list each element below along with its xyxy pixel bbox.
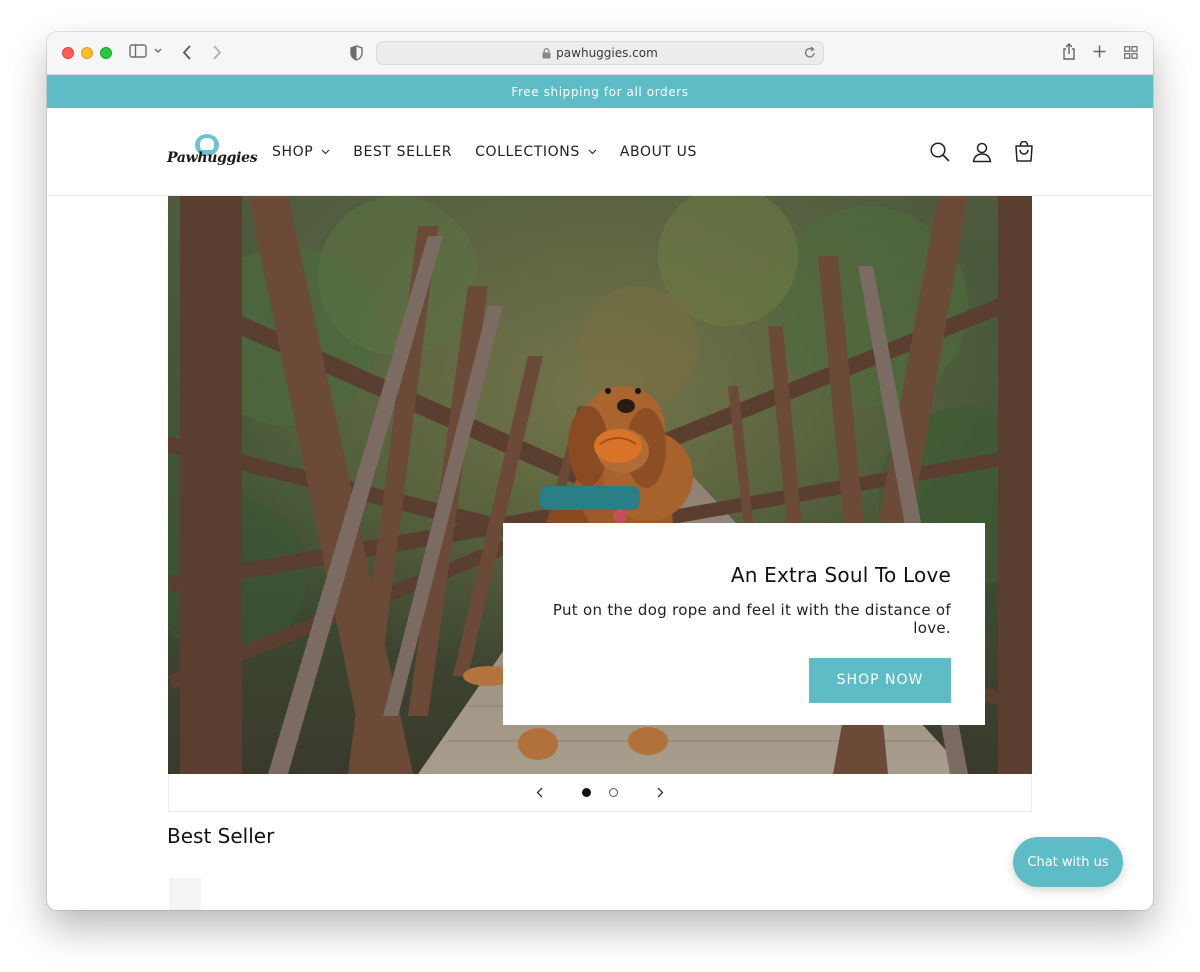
product-image-placeholder	[169, 878, 201, 910]
announcement-text: Free shipping for all orders	[511, 84, 689, 99]
slider-controls	[168, 774, 1032, 812]
search-icon[interactable]	[929, 141, 951, 163]
site-logo[interactable]: Pawhuggies	[167, 134, 258, 170]
nav-item-about-us[interactable]: ABOUT US	[620, 144, 697, 160]
address-bar[interactable]: pawhuggies.com	[376, 41, 824, 65]
slider-dot-1[interactable]	[582, 788, 591, 797]
nav-item-shop[interactable]: SHOP	[272, 144, 330, 160]
announcement-bar: Free shipping for all orders	[47, 75, 1153, 108]
slider-next-icon[interactable]	[657, 787, 664, 798]
nav-label: ABOUT US	[619, 144, 697, 160]
nav-label: SHOP	[272, 144, 314, 160]
close-window-button[interactable]	[62, 47, 74, 59]
sidebar-icon[interactable]	[129, 44, 147, 58]
share-icon[interactable]	[1062, 43, 1076, 61]
url-text: pawhuggies.com	[556, 46, 658, 60]
minimize-window-button[interactable]	[81, 47, 93, 59]
slider-dot-2[interactable]	[609, 788, 618, 797]
logo-wordmark: Pawhuggies	[167, 150, 258, 166]
nav-item-collections[interactable]: COLLECTIONS	[475, 144, 597, 160]
chat-with-us-button[interactable]: Chat with us	[1013, 837, 1123, 887]
account-icon[interactable]	[971, 141, 993, 163]
browser-toolbar: pawhuggies.com	[47, 32, 1153, 75]
forward-icon[interactable]	[212, 45, 222, 60]
browser-window: pawhuggies.com Free shipping for all ord…	[47, 32, 1153, 910]
nav-label: BEST SELLER	[353, 144, 453, 160]
hero-slide-image: An Extra Soul To Love Put on the dog rop…	[168, 196, 1032, 774]
tab-overview-icon[interactable]	[1124, 46, 1138, 59]
nav-item-best-seller[interactable]: BEST SELLER	[353, 144, 452, 160]
hero-text-box: An Extra Soul To Love Put on the dog rop…	[503, 523, 985, 725]
nav-label: COLLECTIONS	[475, 144, 580, 160]
header-actions	[929, 141, 1035, 163]
reload-icon[interactable]	[804, 46, 816, 62]
lock-icon	[542, 47, 551, 59]
hero-subtitle: Put on the dog rope and feel it with the…	[552, 601, 951, 637]
main-nav: SHOP BEST SELLER COLLECTIONS ABOUT US	[272, 144, 720, 160]
zoom-window-button[interactable]	[100, 47, 112, 59]
shop-now-button[interactable]: SHOP NOW	[809, 658, 951, 703]
chevron-down-icon[interactable]	[154, 48, 162, 54]
hero-title: An Extra Soul To Love	[730, 563, 951, 587]
chevron-down-icon	[588, 149, 597, 155]
site-header: Pawhuggies SHOP BEST SELLER COLLECTIONS …	[47, 108, 1153, 196]
logo-dog-mark	[200, 138, 214, 150]
chevron-down-icon	[321, 149, 330, 155]
best-seller-heading: Best Seller	[167, 824, 275, 848]
back-icon[interactable]	[182, 45, 192, 60]
window-controls	[62, 47, 112, 59]
shield-icon[interactable]	[350, 45, 363, 61]
slider-prev-icon[interactable]	[536, 787, 543, 798]
cart-icon[interactable]	[1013, 141, 1035, 163]
new-tab-icon[interactable]	[1093, 45, 1106, 58]
